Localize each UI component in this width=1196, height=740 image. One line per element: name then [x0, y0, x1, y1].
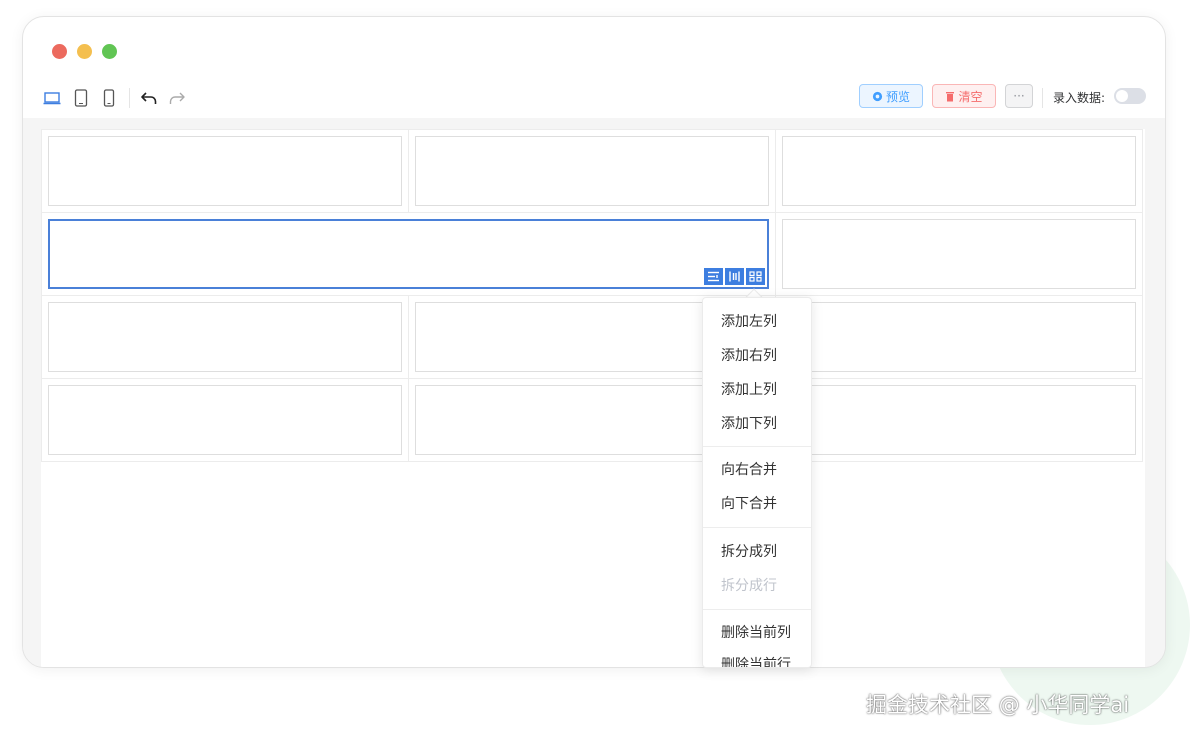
window-controls — [52, 44, 117, 59]
laptop-icon[interactable] — [42, 87, 62, 109]
trash-icon — [946, 91, 955, 101]
toolbar: 预览 清空 ··· 录入数据: — [23, 83, 1165, 113]
grid-cell[interactable] — [775, 378, 1143, 462]
grid-cell[interactable] — [408, 129, 776, 213]
menu-item-add-left-column[interactable]: 添加左列 — [703, 305, 811, 339]
menu-item-add-below[interactable]: 添加下列 — [703, 407, 811, 441]
preview-button[interactable]: 预览 — [859, 84, 923, 108]
close-window-button[interactable] — [52, 44, 67, 59]
preview-label: 预览 — [885, 89, 910, 104]
align-left-icon[interactable] — [704, 268, 723, 285]
maximize-window-button[interactable] — [102, 44, 117, 59]
design-canvas — [23, 118, 1165, 667]
menu-item-split-rows: 拆分成行 — [721, 578, 777, 594]
menu-item-split-columns[interactable]: 拆分成列 — [703, 535, 811, 569]
grid-cell[interactable] — [41, 378, 409, 462]
grid-cell[interactable] — [775, 129, 1143, 213]
clear-label: 清空 — [958, 89, 983, 104]
grid-cell[interactable] — [41, 129, 409, 213]
clear-button[interactable]: 清空 — [932, 84, 996, 108]
menu-item-merge-right[interactable]: 向右合并 — [703, 453, 811, 487]
toolbar-divider — [1042, 88, 1043, 108]
split-columns-icon[interactable] — [725, 268, 744, 285]
grid-cell[interactable] — [775, 295, 1143, 379]
grid-cell[interactable] — [775, 212, 1143, 296]
app-window: 预览 清空 ··· 录入数据: — [22, 16, 1166, 668]
phone-icon[interactable] — [99, 87, 119, 109]
menu-item-add-right-column[interactable]: 添加右列 — [703, 339, 811, 373]
toolbar-divider — [129, 88, 130, 108]
menu-divider — [703, 609, 811, 610]
data-entry-label: 录入数据: — [1053, 91, 1106, 105]
eye-icon — [872, 91, 883, 101]
more-icon: ··· — [1013, 89, 1025, 103]
grid-layout-icon[interactable] — [746, 268, 765, 285]
grid-cell-selected[interactable] — [41, 212, 776, 296]
watermark: 掘金技术社区 @ 小华同学ai — [866, 693, 1130, 717]
menu-item-delete-column[interactable]: 删除当前列 — [703, 616, 811, 650]
cell-tools — [704, 268, 765, 285]
menu-item-delete-row[interactable]: 删除当前行 — [703, 648, 811, 667]
layout-paper — [41, 129, 1145, 667]
context-menu: 添加左列 添加右列 添加上列 添加下列 向右合并 向下合并 拆分成列 拆分成行 … — [702, 297, 812, 668]
minimize-window-button[interactable] — [77, 44, 92, 59]
menu-item-merge-down[interactable]: 向下合并 — [703, 487, 811, 521]
menu-divider — [703, 527, 811, 528]
tablet-icon[interactable] — [71, 87, 91, 109]
undo-icon[interactable] — [139, 87, 159, 109]
more-button[interactable]: ··· — [1005, 84, 1033, 108]
grid-cell[interactable] — [41, 295, 409, 379]
menu-item-add-above[interactable]: 添加上列 — [703, 373, 811, 407]
menu-divider — [703, 446, 811, 447]
redo-icon[interactable] — [167, 87, 187, 109]
data-entry-toggle[interactable] — [1114, 88, 1146, 104]
